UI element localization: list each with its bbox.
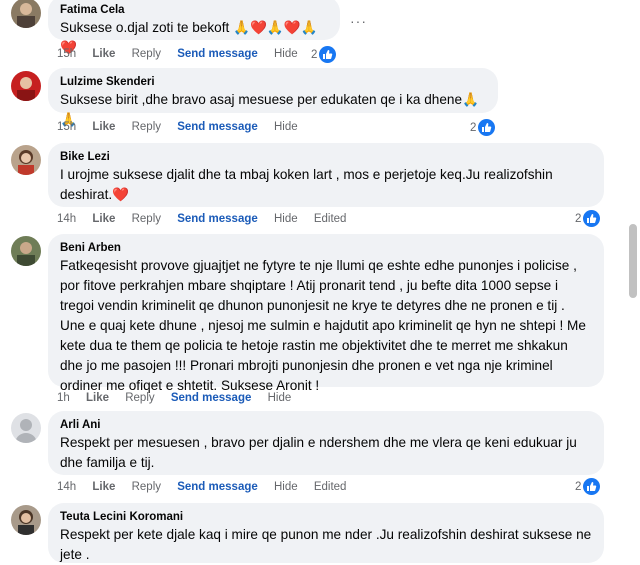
comment-bubble: Arli Ani Respekt per mesuesen , bravo pe… [48,411,604,475]
avatar[interactable] [11,236,41,266]
reaction-count[interactable]: 2 [575,478,601,495]
edited-label: Edited [313,213,347,225]
reaction-count-number: 2 [470,121,477,134]
reply-button[interactable]: Reply [132,213,161,225]
comment-bubble: Bike Lezi I urojme suksese djalit dhe ta… [48,143,604,207]
comment-author[interactable]: Arli Ani [60,418,592,433]
like-reaction-icon [319,46,337,63]
comment-bike-lezi: Bike Lezi I urojme suksese djalit dhe ta… [0,143,620,233]
send-message-button[interactable]: Send message [171,392,252,404]
edited-label: Edited [313,481,347,493]
hide-button[interactable]: Hide [274,213,298,225]
comment-author[interactable]: Teuta Lecini Koromani [60,510,592,525]
hide-button[interactable]: Hide [274,121,298,133]
hide-button[interactable]: Hide [274,481,298,493]
comment-teuta-lecini-koromani: Teuta Lecini Koromani Respekt per kete d… [0,503,620,563]
hide-button[interactable]: Hide [274,48,298,60]
comment-text: Respekt per mesuesen , bravo per djalin … [60,435,577,470]
reaction-count[interactable]: 2 [575,210,601,227]
reaction-count-number: 2 [311,48,318,61]
comment-fatima-cela: Fatima Cela Suksese o.djal zoti te bekof… [0,0,620,63]
send-message-button[interactable]: Send message [177,48,258,60]
reaction-count-number: 2 [575,212,582,225]
comment-time[interactable]: 14h [57,481,76,493]
comment-bubble: Lulzime Skenderi Suksese birit ,dhe brav… [48,68,498,127]
comment-author[interactable]: Fatima Cela [60,3,328,18]
comment-lulzime-skenderi: Lulzime Skenderi Suksese birit ,dhe brav… [0,68,620,138]
avatar[interactable] [11,413,41,443]
avatar[interactable] [11,505,41,535]
comment-bubble: Beni Arben Fatkeqesisht provove gjuajtje… [48,234,604,393]
scrollbar-thumb[interactable] [629,224,637,298]
comment-arli-ani: Arli Ani Respekt per mesuesen , bravo pe… [0,411,620,501]
comment-bubble: Fatima Cela Suksese o.djal zoti te bekof… [48,0,340,55]
reply-button[interactable]: Reply [132,121,161,133]
send-message-button[interactable]: Send message [177,121,258,133]
reaction-count[interactable]: 2 [311,46,337,63]
send-message-button[interactable]: Send message [177,213,258,225]
avatar[interactable] [11,145,41,175]
like-button[interactable]: Like [92,48,115,60]
like-button[interactable]: Like [92,213,115,225]
comment-bubble: Teuta Lecini Koromani Respekt per kete d… [48,503,604,563]
avatar[interactable] [11,0,41,28]
comment-actions: 15h Like Reply Send message Hide [57,121,311,133]
comment-time[interactable]: 15h [57,121,76,133]
scrollbar[interactable] [626,0,640,557]
reaction-count-number: 2 [575,480,582,493]
more-options-icon[interactable]: ··· [350,13,367,29]
comment-text: Fatkeqesisht provove gjuajtjet ne fytyre… [60,258,586,393]
like-button[interactable]: Like [92,121,115,133]
reaction-count[interactable]: 2 [470,119,496,136]
comment-actions: 15h Like Reply Send message Hide [57,48,311,60]
comment-time[interactable]: 14h [57,213,76,225]
like-reaction-icon [478,119,496,136]
like-button[interactable]: Like [86,392,109,404]
like-reaction-icon [583,210,601,227]
hide-button[interactable]: Hide [268,392,292,404]
comment-text: Respekt per kete djale kaq i mire qe pun… [60,527,592,562]
send-message-button[interactable]: Send message [177,481,258,493]
comment-time[interactable]: 15h [57,48,76,60]
avatar[interactable] [11,71,41,101]
like-reaction-icon [583,478,601,495]
reply-button[interactable]: Reply [125,392,154,404]
comment-actions: 1h Like Reply Send message Hide [57,392,304,404]
comment-beni-arben: Beni Arben Fatkeqesisht provove gjuajtje… [0,234,620,409]
like-button[interactable]: Like [92,481,115,493]
comment-actions: 14h Like Reply Send message Hide Edited [57,481,359,493]
comment-author[interactable]: Lulzime Skenderi [60,75,486,90]
reply-button[interactable]: Reply [132,481,161,493]
comment-time[interactable]: 1h [57,392,70,404]
comment-text: I urojme suksese djalit dhe ta mbaj koke… [60,167,553,202]
reply-button[interactable]: Reply [132,48,161,60]
comment-actions: 14h Like Reply Send message Hide Edited [57,213,359,225]
comment-author[interactable]: Bike Lezi [60,150,592,165]
comment-author[interactable]: Beni Arben [60,241,592,256]
